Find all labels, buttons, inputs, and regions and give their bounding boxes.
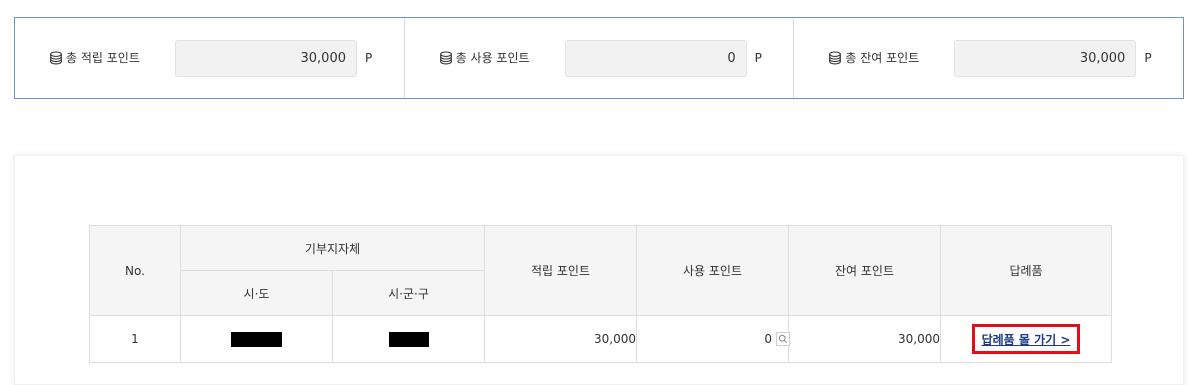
- header-sido: 시·도: [180, 270, 333, 316]
- summary-unit: P: [365, 51, 373, 65]
- cell-sigungu: [331, 315, 486, 363]
- header-earned-points: 적립 포인트: [484, 225, 638, 316]
- redacted-block: [388, 331, 429, 347]
- summary-label: 총 사용 포인트: [455, 51, 530, 65]
- header-remaining-points: 잔여 포인트: [788, 225, 942, 316]
- points-table: No. 기부지자체 적립 포인트 사용 포인트 잔여 포인트 답례품 시·도 시…: [89, 225, 1113, 363]
- cell-sido: [180, 315, 333, 363]
- cell-no: 1: [89, 315, 181, 363]
- points-summary: 총 적립 포인트 30,000 P 총 사용 포인트 0 P 총 잔여 포인트 …: [14, 17, 1184, 99]
- header-donation-region: 기부지자체: [179, 225, 486, 271]
- table-row: 1 30,000 0 30,000 답례품 몰 가기 >: [89, 315, 1113, 363]
- header-no: No.: [89, 225, 181, 316]
- summary-value-field: 0: [564, 40, 747, 77]
- summary-value-field: 30,000: [175, 40, 357, 77]
- summary-unit: P: [754, 51, 762, 65]
- header-sigungu: 시·군·구: [331, 270, 486, 316]
- points-detail-card: No. 기부지자체 적립 포인트 사용 포인트 잔여 포인트 답례품 시·도 시…: [14, 155, 1184, 385]
- header-gift: 답례품: [940, 225, 1113, 316]
- header-used-points: 사용 포인트: [636, 225, 790, 316]
- coin-stack-icon: [49, 50, 63, 65]
- summary-value-field: 30,000: [954, 40, 1137, 77]
- summary-total-earned: 총 적립 포인트 30,000 P: [15, 18, 404, 98]
- cell-remaining: 30,000: [788, 315, 942, 363]
- coin-stack-icon: [828, 50, 842, 65]
- used-value: 0: [764, 332, 773, 346]
- cell-used: 0: [636, 315, 791, 363]
- summary-label: 총 잔여 포인트: [845, 51, 920, 65]
- redacted-block: [231, 331, 282, 347]
- summary-label: 총 적립 포인트: [66, 51, 140, 65]
- cell-gift: 답례품 몰 가기 >: [940, 315, 1113, 363]
- coin-stack-icon: [439, 50, 453, 65]
- summary-total-used: 총 사용 포인트 0 P: [403, 18, 794, 98]
- search-icon[interactable]: [776, 332, 791, 346]
- summary-total-remaining: 총 잔여 포인트 30,000 P: [793, 18, 1183, 98]
- cell-earned: 30,000: [484, 315, 638, 363]
- gift-mall-link[interactable]: 답례품 몰 가기 >: [971, 324, 1081, 354]
- summary-unit: P: [1144, 51, 1152, 65]
